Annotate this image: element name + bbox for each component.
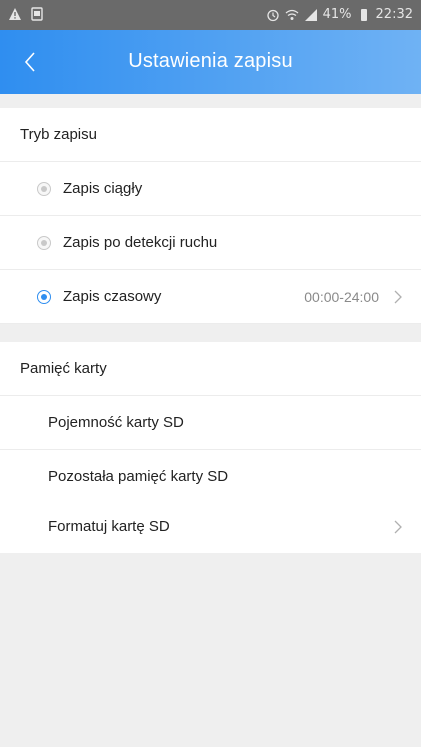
option-label: Zapis czasowy xyxy=(63,288,162,305)
option-continuous-recording[interactable]: Zapis ciągły xyxy=(0,162,421,216)
warning-icon xyxy=(9,8,21,20)
status-bar: 41% 22:32 xyxy=(0,0,421,30)
chevron-right-icon xyxy=(394,290,402,304)
battery-percent: 41% xyxy=(322,7,352,22)
chevron-right-icon xyxy=(394,520,402,534)
clock: 22:32 xyxy=(375,7,413,22)
sd-card-capacity-row[interactable]: Pojemność karty SD xyxy=(0,396,421,450)
option-label: Zapis ciągły xyxy=(63,180,143,197)
option-scheduled-recording[interactable]: Zapis czasowy 00:00-24:00 xyxy=(0,270,421,324)
wifi-icon xyxy=(285,9,299,20)
sd-card-capacity-label: Pojemność karty SD xyxy=(48,414,184,431)
option-label: Zapis po detekcji ruchu xyxy=(63,234,218,251)
status-bar-right: 41% 22:32 xyxy=(266,7,413,22)
section-title-label: Pamięć karty xyxy=(20,360,107,377)
section-title-recording-mode: Tryb zapisu xyxy=(0,108,421,162)
empty-area xyxy=(0,553,421,747)
option-motion-detection-recording[interactable]: Zapis po detekcji ruchu xyxy=(0,216,421,270)
page-title: Ustawienia zapisu xyxy=(128,50,293,72)
alarm-icon xyxy=(266,9,279,21)
sd-card-remaining-row[interactable]: Pozostała pamięć karty SD xyxy=(0,450,421,504)
signal-icon xyxy=(304,8,317,21)
section-title-label: Tryb zapisu xyxy=(20,126,97,143)
section-title-card-memory: Pamięć karty xyxy=(0,342,421,396)
sd-card-remaining-label: Pozostała pamięć karty SD xyxy=(48,468,229,485)
radio-icon xyxy=(37,235,51,250)
status-bar-left xyxy=(8,7,44,21)
image-icon xyxy=(31,7,43,21)
radio-selected-icon xyxy=(37,289,51,304)
section-divider xyxy=(0,94,421,108)
section-divider xyxy=(0,324,421,342)
format-sd-card-label: Formatuj kartę SD xyxy=(48,518,170,535)
schedule-time-range: 00:00-24:00 xyxy=(304,288,379,305)
battery-icon xyxy=(360,8,367,21)
app-header: Ustawienia zapisu xyxy=(0,30,421,94)
radio-icon xyxy=(37,181,51,196)
format-sd-card-row[interactable]: Formatuj kartę SD xyxy=(0,500,421,554)
